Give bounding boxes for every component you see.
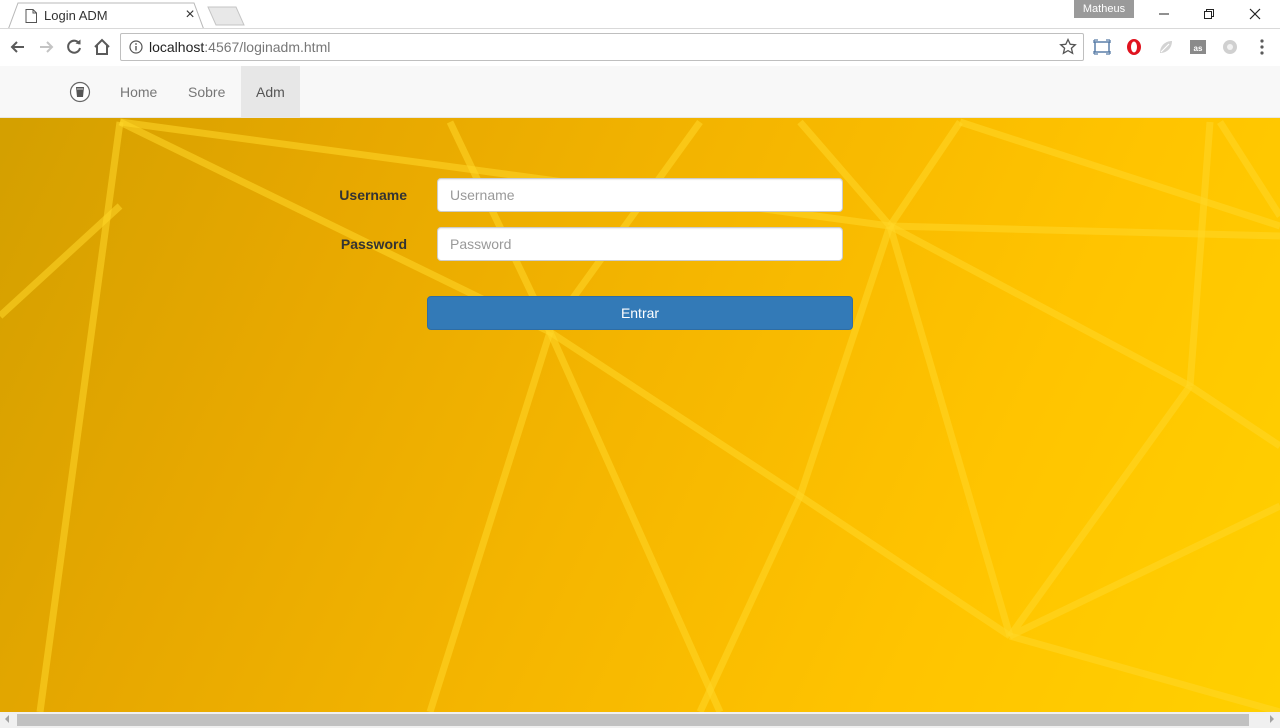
info-icon[interactable] (129, 40, 143, 54)
scroll-right-arrow-icon[interactable] (1270, 715, 1274, 723)
nav-adm-link[interactable]: Adm (241, 66, 300, 118)
background-pattern (0, 118, 1280, 712)
brand-logo-icon[interactable] (69, 81, 91, 103)
extension-circle-icon[interactable] (1221, 38, 1239, 56)
profile-button[interactable]: Matheus (1074, 0, 1134, 18)
url-host: localhost (149, 39, 205, 55)
close-window-button[interactable] (1232, 0, 1278, 28)
username-input[interactable] (437, 178, 843, 212)
page-icon (25, 9, 37, 23)
restore-icon (1204, 9, 1214, 19)
new-tab-button[interactable] (206, 6, 246, 26)
page-viewport: Home Sobre Adm Username Password Entrar (0, 66, 1280, 712)
username-label: Username (339, 187, 407, 203)
url-text: localhost:4567/loginadm.html (149, 39, 330, 55)
back-button[interactable] (7, 36, 29, 58)
minimize-button[interactable] (1141, 0, 1187, 28)
forward-button[interactable] (35, 36, 57, 58)
horizontal-scrollbar[interactable] (0, 712, 1280, 728)
home-icon (94, 38, 110, 55)
tab-strip: Login ADM × Matheus (0, 0, 1280, 30)
reload-icon (67, 39, 81, 54)
nav-sobre-link[interactable]: Sobre (173, 66, 240, 118)
password-input[interactable] (437, 227, 843, 261)
restore-button[interactable] (1186, 0, 1232, 28)
svg-text:as: as (1194, 44, 1203, 53)
url-path: :4567/loginadm.html (204, 39, 331, 55)
reload-button[interactable] (63, 36, 85, 58)
cast-screen-icon[interactable] (1093, 38, 1111, 56)
back-arrow-icon (10, 41, 24, 53)
site-navbar: Home Sobre Adm (0, 66, 1280, 118)
home-button[interactable] (91, 36, 113, 58)
password-label: Password (340, 236, 407, 252)
close-icon (1249, 8, 1261, 20)
browser-tab[interactable]: Login ADM × (8, 2, 204, 30)
menu-dots-icon[interactable] (1256, 38, 1268, 56)
nav-home-link[interactable]: Home (105, 66, 172, 118)
opera-icon[interactable] (1125, 38, 1143, 56)
entrar-button[interactable]: Entrar (427, 296, 853, 330)
lastfm-icon[interactable]: as (1189, 38, 1207, 56)
bookmark-star-icon[interactable] (1059, 38, 1077, 56)
scroll-left-arrow-icon[interactable] (5, 715, 9, 723)
leaf-extension-icon[interactable] (1157, 38, 1175, 56)
browser-toolbar: localhost:4567/loginadm.html as (0, 28, 1280, 66)
scroll-thumb[interactable] (17, 714, 1249, 726)
forward-arrow-icon (40, 41, 54, 53)
address-bar[interactable]: localhost:4567/loginadm.html (120, 33, 1084, 61)
minimize-icon (1159, 13, 1169, 15)
tab-title: Login ADM (44, 8, 108, 23)
tab-close-icon[interactable]: × (182, 7, 198, 23)
